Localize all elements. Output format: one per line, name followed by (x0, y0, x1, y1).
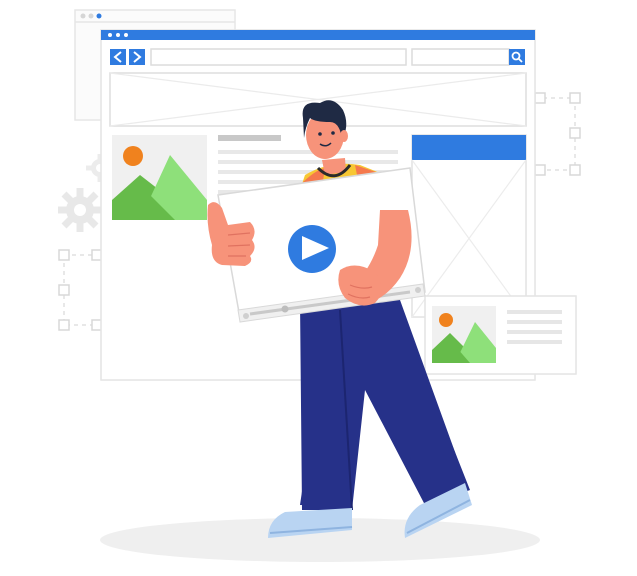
forward-button[interactable] (129, 49, 145, 65)
search-button[interactable] (509, 49, 525, 65)
image-icon (112, 135, 207, 220)
address-bar[interactable] (150, 48, 407, 66)
gear-icon (58, 188, 102, 232)
image-icon (432, 306, 496, 363)
video-scrub-handle[interactable] (281, 305, 289, 313)
browser-title-bar (101, 30, 535, 40)
sidebar-header (412, 135, 526, 160)
floating-media-card (424, 295, 577, 375)
back-button[interactable] (110, 49, 126, 65)
illustration-scene (58, 9, 581, 562)
connector-nodes-left (58, 249, 103, 331)
search-input[interactable] (411, 48, 510, 66)
connector-lines-right (535, 97, 576, 171)
sidebar-panel (411, 134, 527, 318)
play-button[interactable] (288, 225, 336, 273)
connector-nodes-right (534, 92, 581, 176)
